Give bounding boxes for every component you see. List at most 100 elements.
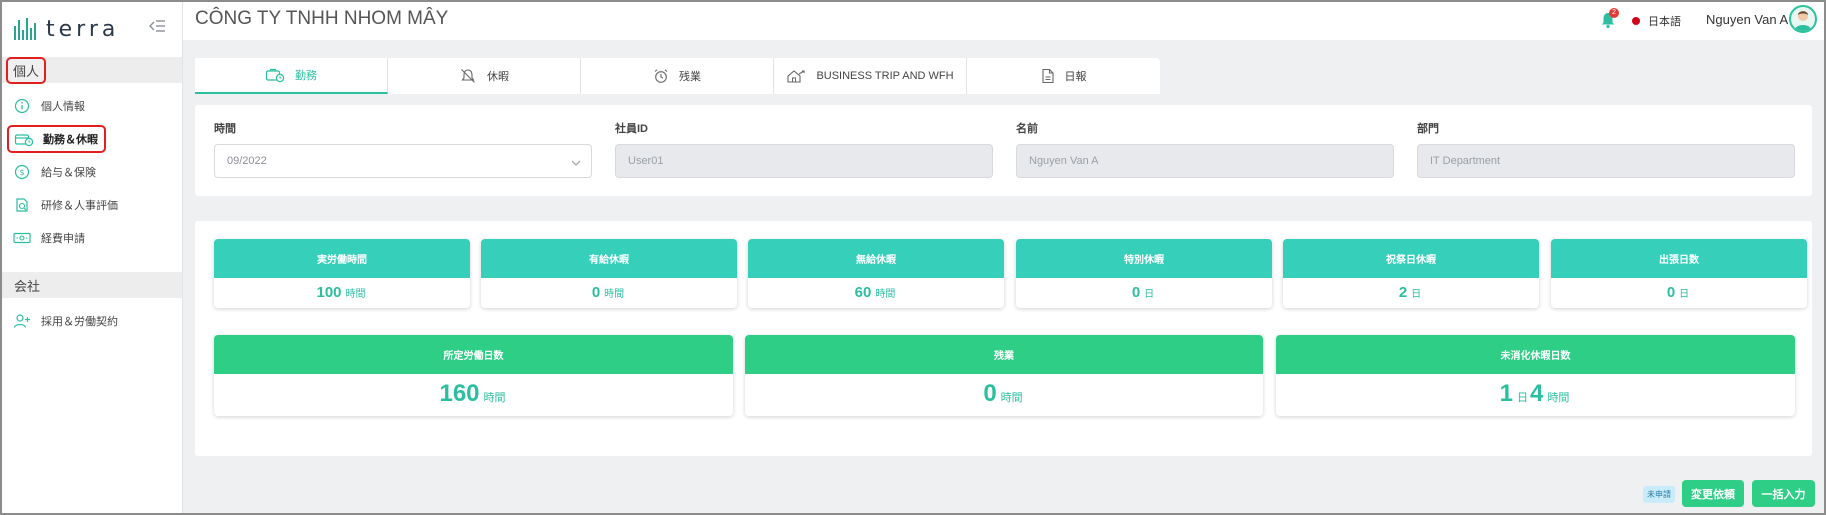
stat-card-holiday-leave: 祝祭日休暇 2日: [1283, 239, 1539, 308]
employee-id-input[interactable]: User01: [615, 144, 993, 178]
notification-bell-icon[interactable]: 2: [1599, 8, 1619, 29]
stat-unit-secondary: 時間: [1547, 392, 1570, 404]
sidebar-item-expense-claim[interactable]: 経費申請: [12, 225, 85, 251]
collapse-sidebar-icon[interactable]: [148, 18, 166, 34]
sidebar-item-personal-info[interactable]: 個人情報: [12, 93, 85, 119]
sidebar-section-company: 会社: [2, 272, 182, 298]
department-value: IT Department: [1430, 155, 1501, 167]
sidebar-item-label: 採用＆労働契約: [41, 316, 118, 328]
period-label: 時間: [214, 123, 236, 135]
name-label: 名前: [1016, 123, 1038, 135]
department-input[interactable]: IT Department: [1417, 144, 1795, 178]
stat-value: 0: [1666, 284, 1676, 301]
sidebar-section-title: 会社: [14, 278, 41, 294]
stat-unit: 時間: [1000, 392, 1023, 404]
japan-flag-icon: [1632, 17, 1640, 25]
sidebar-item-attendance-leave[interactable]: 勤務＆休暇: [7, 125, 106, 153]
bulk-input-button[interactable]: 一括入力: [1752, 480, 1815, 507]
change-request-button[interactable]: 変更依頼: [1682, 480, 1744, 507]
sidebar-section-personal: 個人: [2, 56, 182, 84]
period-value: 09/2022: [227, 155, 267, 167]
name-field: 名前 Nguyen Van A: [1016, 120, 1394, 178]
file-icon: [1041, 68, 1055, 84]
company-name: CÔNG TY TNHH NHOM MÂY: [195, 8, 449, 29]
stat-unit: 日: [1517, 392, 1528, 404]
svg-text:$: $: [19, 168, 24, 177]
sidebar-item-salary-insurance[interactable]: $ 給与＆保険: [12, 159, 96, 185]
sidebar: terra 個人 個人情報 勤務＆休暇 $ 給与＆保険 研修＆人事評価 経費申請…: [2, 2, 183, 513]
briefcase-clock-icon: [265, 67, 285, 83]
period-field: 時間 09/2022: [214, 120, 592, 178]
employee-id-label: 社員ID: [615, 123, 648, 135]
top-header: CÔNG TY TNHH NHOM MÂY 2 日本語 Nguyen Van A: [183, 2, 1824, 40]
stat-card-unpaid-leave: 無給休暇 60 時間: [748, 239, 1004, 308]
stat-card-unused-leave-days: 未消化休暇日数 1 日 4 時間: [1276, 335, 1795, 416]
language-label: 日本語: [1648, 16, 1681, 28]
stat-card-prescribed-work-days: 所定労働日数 160 時間: [214, 335, 733, 416]
stat-card-title: 未消化休暇日数: [1276, 335, 1795, 374]
tab-label: 休暇: [487, 71, 509, 83]
stat-unit: 日: [1679, 289, 1690, 300]
user-add-icon: [12, 313, 32, 329]
dollar-circle-icon: $: [12, 164, 32, 180]
stat-unit: 時間: [483, 392, 506, 404]
tab-business-trip-wfh[interactable]: BUSINESS TRIP AND WFH: [774, 58, 967, 94]
name-value: Nguyen Van A: [1029, 155, 1099, 167]
chevron-down-icon: [571, 157, 581, 169]
department-field: 部門 IT Department: [1417, 120, 1795, 178]
stat-value-secondary: 4: [1530, 380, 1544, 407]
stat-card-overtime: 残業 0 時間: [745, 335, 1263, 416]
stat-value: 60: [854, 284, 872, 301]
tab-bar: 勤務 休暇 残業 BUSINESS TRIP AND WFH 日報: [195, 58, 1160, 94]
period-select[interactable]: 09/2022: [214, 144, 592, 178]
alarm-clock-icon: [653, 68, 669, 84]
avatar[interactable]: [1789, 5, 1817, 33]
tab-leave[interactable]: 休暇: [388, 58, 581, 94]
tab-attendance[interactable]: 勤務: [195, 58, 388, 94]
stat-card-title: 有給休暇: [481, 239, 737, 278]
stat-card-body: 60 時間: [748, 278, 1004, 308]
sidebar-section-title: 個人: [6, 56, 47, 84]
stat-card-title: 実労働時間: [214, 239, 470, 278]
logo-icon: [14, 18, 36, 40]
user-name[interactable]: Nguyen Van A: [1706, 12, 1788, 27]
language-selector[interactable]: 日本語: [1632, 13, 1681, 29]
logo[interactable]: terra: [14, 14, 119, 44]
main-content: 勤務 休暇 残業 BUSINESS TRIP AND WFH 日報 時間 09/…: [183, 40, 1824, 513]
stat-card-special-leave: 特別休暇 0日: [1016, 239, 1272, 308]
stat-card-body: 0 時間: [745, 374, 1263, 416]
money-bill-icon: [12, 230, 32, 246]
name-input[interactable]: Nguyen Van A: [1016, 144, 1394, 178]
stat-value: 0: [591, 284, 601, 301]
sidebar-item-label: 経費申請: [41, 233, 85, 245]
sidebar-item-label: 勤務＆休暇: [43, 134, 98, 146]
stat-card-body: 160 時間: [214, 374, 733, 416]
employee-id-value: User01: [628, 155, 664, 167]
stat-card-body: 100 時間: [214, 278, 470, 308]
sidebar-item-recruitment-contract[interactable]: 採用＆労働契約: [12, 308, 118, 334]
stat-card-title: 所定労働日数: [214, 335, 733, 374]
status-badge: 未申請: [1643, 486, 1675, 503]
sidebar-item-training-evaluation[interactable]: 研修＆人事評価: [12, 192, 118, 218]
stats-panel: 実労働時間 100 時間 有給休暇 0 時間 無給休暇 60 時間 特別休暇 0日 祝…: [195, 221, 1812, 456]
sidebar-item-label: 個人情報: [41, 101, 85, 113]
stat-card-actual-work-hours: 実労働時間 100 時間: [214, 239, 470, 308]
stat-unit: 日: [1144, 289, 1155, 300]
tab-label: BUSINESS TRIP AND WFH: [816, 70, 954, 82]
tab-label: 日報: [1064, 71, 1087, 83]
stat-card-body: 0 時間: [481, 278, 737, 308]
stat-value: 160: [439, 380, 480, 407]
stat-card-body: 0日: [1016, 278, 1272, 308]
stat-card-title: 祝祭日休暇: [1283, 239, 1539, 278]
stat-value: 100: [316, 284, 342, 301]
filter-panel: 時間 09/2022 社員ID User01 名前 Nguyen Van A 部…: [195, 105, 1812, 196]
clock-calendar-icon: [14, 131, 34, 147]
stat-card-paid-leave: 有給休暇 0 時間: [481, 239, 737, 308]
tab-daily-report[interactable]: 日報: [967, 58, 1160, 94]
sidebar-item-label: 研修＆人事評価: [41, 200, 118, 212]
tab-overtime[interactable]: 残業: [581, 58, 774, 94]
stat-unit: 時間: [345, 289, 366, 300]
stat-card-title: 出張日数: [1551, 239, 1807, 278]
stat-card-body: 2日: [1283, 278, 1539, 308]
app-window: terra 個人 個人情報 勤務＆休暇 $ 給与＆保険 研修＆人事評価 経費申請…: [0, 0, 1826, 515]
